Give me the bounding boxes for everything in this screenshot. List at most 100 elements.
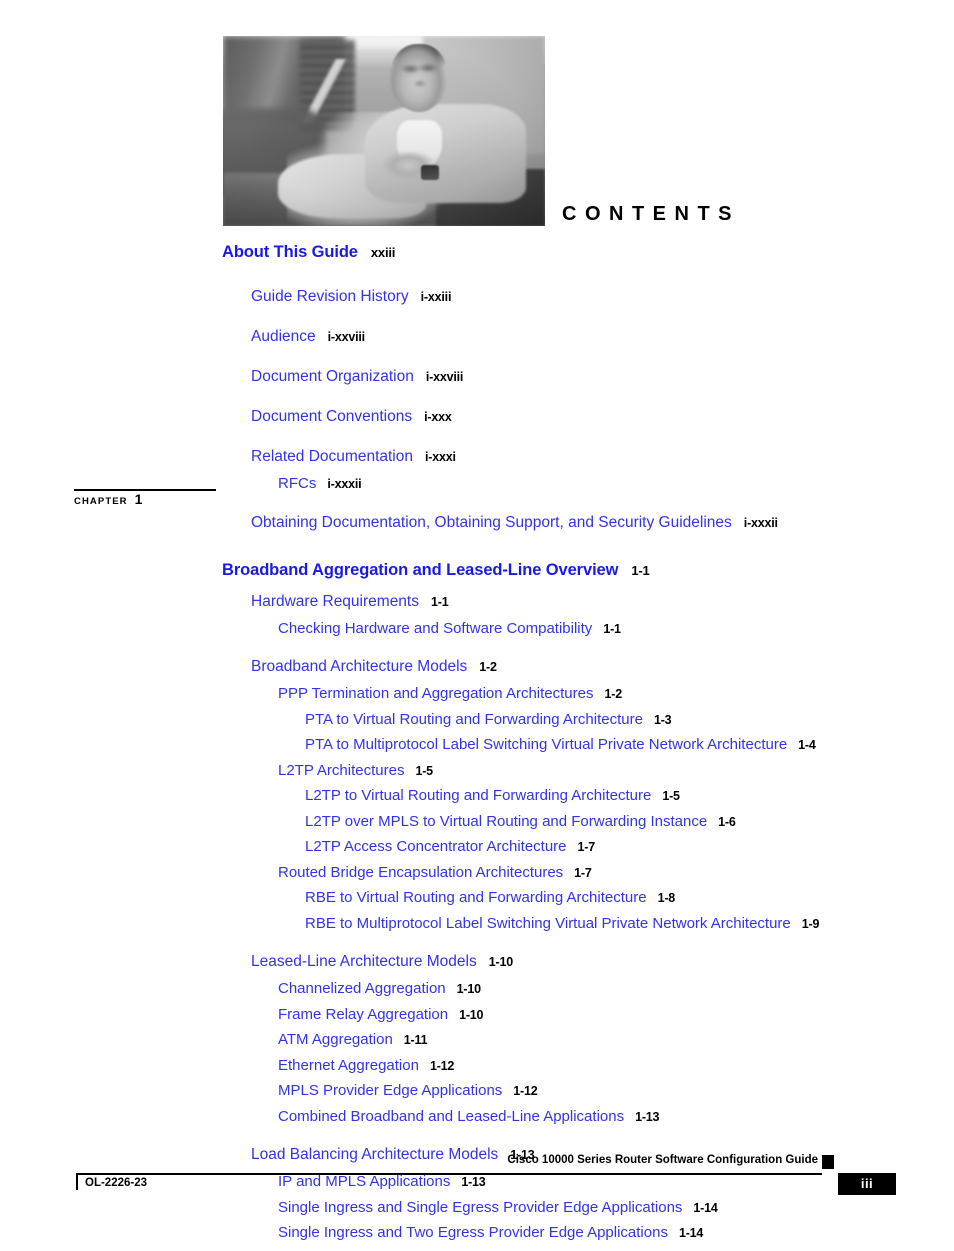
toc-entry-title: PTA to Virtual Routing and Forwarding Ar…: [305, 710, 643, 728]
toc-entry[interactable]: MPLS Provider Edge Applications 1-12: [278, 1083, 954, 1109]
toc-entry-page: 1-2: [479, 660, 497, 674]
table-of-contents: About This Guide xxiii Guide Revision Hist…: [0, 244, 954, 1251]
toc-entry[interactable]: RBE to Virtual Routing and Forwarding Ar…: [305, 890, 954, 916]
contents-header-band: CONTENTS: [0, 0, 954, 240]
toc-entry-page: i-xxxi: [425, 450, 456, 464]
toc-entry[interactable]: RFCs i-xxxii: [278, 476, 954, 502]
toc-entry[interactable]: L2TP Architectures 1-5: [278, 763, 954, 789]
toc-entry[interactable]: PPP Termination and Aggregation Architec…: [278, 686, 954, 712]
page-title: CONTENTS: [562, 203, 740, 225]
toc-section-heading[interactable]: Broadband Aggregation and Leased-Line Ov…: [222, 560, 954, 594]
toc-entry-title: L2TP to Virtual Routing and Forwarding A…: [305, 787, 652, 804]
toc-entry-title: RFCs: [278, 475, 317, 492]
toc-entry-title: Channelized Aggregation: [278, 980, 446, 997]
toc-entry[interactable]: Related Documentation i-xxxi: [251, 449, 954, 476]
toc-entry[interactable]: Combined Broadband and Leased-Line Appli…: [278, 1109, 954, 1135]
toc-entry-title: RBE to Multiprotocol Label Switching Vir…: [305, 914, 791, 932]
toc-entry-title: Checking Hardware and Software Compatibi…: [278, 619, 593, 637]
toc-entry[interactable]: RBE to Multiprotocol Label Switching Vir…: [305, 916, 954, 942]
toc-entry-page: 1-3: [653, 712, 672, 727]
toc-entry-title: PPP Termination and Aggregation Architec…: [278, 685, 594, 702]
toc-entry[interactable]: Document Conventions i-xxx: [251, 409, 954, 436]
toc-entry-title: Broadband Aggregation and Leased-Line Ov…: [222, 560, 619, 579]
toc-entry-page: 1-1: [431, 594, 449, 609]
toc-entry[interactable]: Hardware Requirements 1-1: [251, 592, 954, 621]
cover-photo: [223, 36, 545, 226]
toc-entry[interactable]: L2TP to Virtual Routing and Forwarding A…: [305, 788, 954, 814]
toc-entry-page: 1-5: [662, 789, 680, 803]
toc-entry-title: L2TP Access Concentrator Architecture: [305, 838, 567, 855]
toc-entry-page: i-xxxii: [327, 477, 362, 491]
toc-entry-page: xxiii: [370, 245, 396, 260]
toc-entry-title: L2TP over MPLS to Virtual Routing and Fo…: [305, 812, 708, 830]
toc-entry[interactable]: Obtaining Documentation, Obtaining Suppo…: [251, 513, 954, 542]
toc-entry-page: i-xxxii: [743, 515, 778, 530]
toc-entry-page: 1-12: [513, 1084, 538, 1098]
toc-entry[interactable]: PTA to Multiprotocol Label Switching Vir…: [305, 737, 954, 763]
toc-entry-title: Combined Broadband and Leased-Line Appli…: [278, 1107, 625, 1125]
toc-entry[interactable]: L2TP over MPLS to Virtual Routing and Fo…: [305, 814, 954, 840]
toc-entry-page: 1-10: [456, 982, 481, 996]
footer-square-marker: [822, 1155, 834, 1169]
toc-entry-page: 1-10: [459, 1007, 484, 1022]
toc-entry[interactable]: Leased-Line Architecture Models 1-10: [251, 954, 954, 981]
toc-entry-title: Audience: [251, 328, 316, 345]
toc-entry[interactable]: Channelized Aggregation 1-10: [278, 981, 954, 1007]
toc-entry[interactable]: Single Ingress and Two Egress Provider E…: [278, 1225, 954, 1251]
toc-entry[interactable]: Guide Revision History i-xxiii: [251, 289, 954, 316]
footer-document-id: OL-2226-23: [85, 1177, 148, 1189]
toc-entry-page: 1-7: [577, 840, 596, 854]
toc-entry[interactable]: Audience i-xxviii: [251, 329, 954, 356]
toc-entry-title: Ethernet Aggregation: [278, 1056, 419, 1074]
toc-entry-page: 1-13: [635, 1109, 660, 1124]
toc-entry[interactable]: Document Organization i-xxviii: [251, 369, 954, 396]
toc-entry-page: 1-5: [415, 763, 433, 778]
toc-entry-page: i-xxviii: [327, 330, 366, 344]
toc-entry-title: RBE to Virtual Routing and Forwarding Ar…: [305, 889, 647, 906]
toc-entry-title: ATM Aggregation: [278, 1031, 393, 1048]
toc-entry-title: Document Conventions: [251, 408, 413, 425]
toc-entry-title: Leased-Line Architecture Models: [251, 953, 477, 970]
toc-entry-title: Obtaining Documentation, Obtaining Suppo…: [251, 513, 732, 531]
toc-entry-title: Frame Relay Aggregation: [278, 1005, 449, 1023]
toc-entry[interactable]: Broadband Architecture Models 1-2: [251, 659, 954, 686]
toc-entry-page: 1-12: [429, 1058, 455, 1073]
toc-entry-title: MPLS Provider Edge Applications: [278, 1082, 503, 1099]
toc-entry-page: 1-11: [403, 1033, 428, 1047]
toc-entry-title: Related Documentation: [251, 448, 413, 465]
toc-entry-title: Document Organization: [251, 368, 414, 385]
toc-entry[interactable]: Frame Relay Aggregation 1-10: [278, 1007, 954, 1033]
toc-entry-page: 1-4: [798, 738, 816, 752]
toc-entry-page: 1-9: [801, 916, 820, 931]
toc-entry-page: 1-14: [678, 1226, 704, 1240]
toc-entry[interactable]: L2TP Access Concentrator Architecture 1-7: [305, 839, 954, 865]
footer-rule: [76, 1173, 822, 1175]
toc-entry-page: 1-8: [657, 891, 676, 905]
toc-entry[interactable]: PTA to Virtual Routing and Forwarding Ar…: [305, 712, 954, 738]
toc-entry[interactable]: Ethernet Aggregation 1-12: [278, 1058, 954, 1084]
photo-vignette: [223, 36, 545, 226]
footer-left-tick: [76, 1173, 79, 1190]
toc-entry-page: 1-2: [604, 687, 622, 701]
toc-entry-page: 1-10: [488, 955, 513, 969]
toc-entry-page: i-xxviii: [425, 370, 464, 384]
footer-page-number: iii: [860, 1176, 874, 1191]
toc-entry-title: L2TP Architectures: [278, 761, 405, 779]
page-footer: Cisco 10000 Series Router Software Confi…: [0, 1154, 954, 1214]
toc-entry-title: About This Guide: [222, 243, 358, 261]
toc-entry-title: Single Ingress and Two Egress Provider E…: [278, 1224, 668, 1241]
toc-entry-page: 1-7: [574, 865, 592, 880]
toc-entry[interactable]: Checking Hardware and Software Compatibi…: [278, 621, 954, 647]
footer-document-title: Cisco 10000 Series Router Software Confi…: [507, 1154, 818, 1166]
toc-entry-title: PTA to Multiprotocol Label Switching Vir…: [305, 736, 788, 753]
toc-entry-page: 1-1: [603, 621, 621, 636]
toc-entry-page: 1-1: [631, 562, 650, 578]
toc-entry-title: Hardware Requirements: [251, 592, 419, 610]
toc-entry[interactable]: ATM Aggregation 1-11: [278, 1032, 954, 1058]
toc-entry-page: i-xxx: [424, 410, 452, 424]
toc-entry[interactable]: Routed Bridge Encapsulation Architecture…: [278, 865, 954, 891]
toc-entry-page: 1-6: [718, 814, 736, 829]
toc-entry-title: Broadband Architecture Models: [251, 658, 468, 675]
toc-section-heading[interactable]: About This Guide xxiii: [222, 244, 954, 276]
toc-entry-title: Guide Revision History: [251, 288, 409, 305]
